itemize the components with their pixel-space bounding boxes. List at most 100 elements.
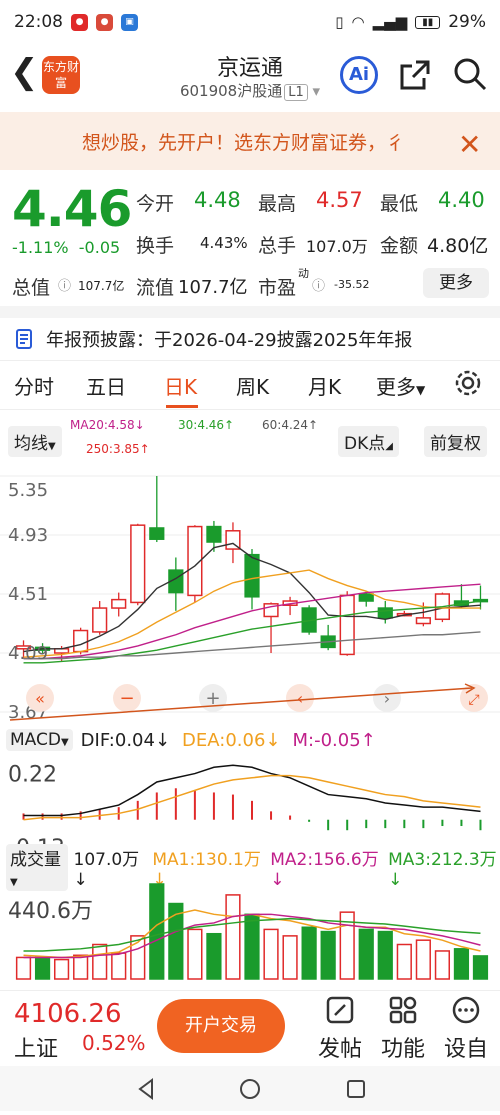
corner-icon: ◢ bbox=[385, 441, 393, 452]
change-value: -0.05 bbox=[78, 238, 121, 257]
volume-bar bbox=[92, 943, 108, 980]
macd-select[interactable]: MACD▼ bbox=[6, 729, 73, 751]
index-value[interactable]: 4106.26 bbox=[14, 999, 122, 1029]
notice-bar[interactable]: 年报预披露：于2026-04-29披露2025年年报 bbox=[14, 326, 412, 352]
volume-bar bbox=[225, 894, 241, 980]
ma20-label: MA20:4.58↓ bbox=[70, 418, 145, 432]
m-label: M:-0.05↑ bbox=[292, 729, 376, 751]
candle bbox=[206, 525, 222, 543]
tab-weekly-k[interactable]: 周K bbox=[236, 371, 269, 400]
candle bbox=[111, 598, 127, 609]
double-left-icon: « bbox=[35, 689, 45, 708]
settings-button[interactable]: 设自 bbox=[436, 995, 496, 1063]
ma60-label: 60:4.24↑ bbox=[262, 418, 319, 432]
low-label: 最低 bbox=[380, 193, 419, 215]
candle bbox=[377, 607, 393, 619]
mcap-value: 107.7亿 bbox=[78, 279, 125, 293]
float-value: 107.7亿 bbox=[178, 277, 248, 298]
bottom-bar: 4106.26 上证 0.52% 开户交易 发帖 功能 设自 bbox=[0, 990, 500, 1066]
dk-point-label: DK点 bbox=[344, 434, 386, 454]
nav-recents-icon[interactable] bbox=[347, 1080, 365, 1098]
pe-value: -35.52 bbox=[334, 278, 370, 291]
caret-down-icon: ▼ bbox=[60, 737, 69, 748]
macd-chart[interactable]: 0.22-0.13 bbox=[0, 755, 500, 850]
tab-five-day[interactable]: 五日 bbox=[86, 371, 126, 400]
open-label: 今开 bbox=[136, 193, 175, 215]
macd-select-label: MACD bbox=[10, 730, 61, 750]
post-label: 发帖 bbox=[317, 1037, 362, 1062]
search-icon[interactable] bbox=[452, 56, 488, 96]
chevron-left-icon: ‹ bbox=[297, 689, 303, 708]
chart-controls: « − + ‹ › ⤢ bbox=[9, 683, 488, 721]
volume-bar bbox=[149, 883, 165, 980]
adjust-button[interactable]: 前复权 bbox=[424, 426, 487, 457]
expand-icon: ⤢ bbox=[468, 692, 479, 708]
tab-more-label: 更多 bbox=[376, 375, 416, 399]
ma-select[interactable]: 均线▼ bbox=[8, 426, 62, 457]
tab-more[interactable]: 更多▼ bbox=[376, 371, 425, 400]
market-tag: 沪股通 bbox=[237, 82, 283, 100]
settings-icon[interactable] bbox=[454, 369, 482, 402]
current-price: 4.46 bbox=[12, 180, 132, 238]
candle bbox=[130, 524, 146, 604]
y-tick-label: 0.22 bbox=[8, 763, 57, 788]
mcap-label: 总值 bbox=[12, 277, 51, 299]
float-label: 流值 bbox=[136, 277, 175, 299]
caret-down-icon: ▼ bbox=[416, 383, 426, 397]
info-icon[interactable]: ⓘ bbox=[58, 275, 71, 294]
volume-bar bbox=[434, 950, 451, 980]
divider bbox=[0, 306, 500, 318]
candle bbox=[244, 553, 260, 598]
turnover-label: 换手 bbox=[136, 235, 175, 257]
ai-button[interactable]: Ai bbox=[340, 56, 378, 94]
wifi-icon: ◠ bbox=[351, 13, 365, 31]
volume-chart[interactable]: 440.6万 bbox=[0, 882, 500, 982]
close-icon[interactable]: ✕ bbox=[458, 128, 481, 161]
more-button[interactable]: 更多 bbox=[423, 268, 489, 298]
tab-intraday[interactable]: 分时 bbox=[14, 371, 54, 400]
document-icon bbox=[16, 329, 32, 349]
promo-banner[interactable]: 想炒股，先开户！选东方财富证券，彳 bbox=[0, 112, 500, 170]
trade-button[interactable]: 开户交易 bbox=[157, 999, 285, 1053]
dea-label: DEA:0.06↓ bbox=[182, 729, 281, 751]
app-notification-icon: ● bbox=[96, 13, 113, 31]
volume-bar bbox=[415, 939, 431, 980]
vibrate-icon: ▯ bbox=[335, 13, 344, 31]
app-notification-icon: ▣ bbox=[121, 13, 138, 31]
chart-tabs: 分时 五日 日K 周K 月K 更多▼ bbox=[0, 360, 500, 410]
turnover-value: 4.43% bbox=[200, 234, 248, 252]
stock-header: ❮ 东方财富 京运通 601908沪股通 L1 ▾ Ai bbox=[0, 44, 500, 108]
tab-monthly-k[interactable]: 月K bbox=[308, 371, 341, 400]
index-name: 上证 bbox=[14, 1037, 59, 1062]
quote-panel: 4.46 -1.11% -0.05 今开 4.48 最高 4.57 最低 4.4… bbox=[0, 176, 500, 306]
dk-point-button[interactable]: DK点◢ bbox=[338, 426, 399, 457]
post-button[interactable]: 发帖 bbox=[310, 995, 370, 1063]
battery-icon: ▮▮ bbox=[415, 15, 441, 29]
status-time: 22:08 bbox=[14, 12, 63, 32]
y-tick-label: 4.09 bbox=[8, 643, 48, 664]
pe-label: 市盈 bbox=[258, 277, 297, 299]
volume-bar bbox=[263, 928, 279, 980]
settings-label: 设自 bbox=[443, 1037, 488, 1062]
signal-icon: ▂▄▆ bbox=[372, 13, 408, 31]
notice-text: 年报预披露：于2026-04-29披露2025年年报 bbox=[46, 330, 413, 351]
kline-chart[interactable]: 5.354.934.514.093.67 « − + ‹ › ⤢ bbox=[0, 462, 500, 725]
function-button[interactable]: 功能 bbox=[373, 995, 433, 1063]
share-icon[interactable] bbox=[398, 58, 432, 96]
minus-icon: − bbox=[119, 688, 134, 709]
open-value: 4.48 bbox=[194, 188, 241, 212]
amount-value: 4.80亿 bbox=[427, 235, 489, 257]
volume-bar bbox=[358, 928, 374, 980]
candle bbox=[73, 629, 89, 653]
app-notification-icon: ● bbox=[71, 13, 88, 31]
candle bbox=[92, 607, 108, 633]
tab-daily-k[interactable]: 日K bbox=[164, 371, 197, 400]
amount-label: 金额 bbox=[380, 235, 419, 257]
info-icon[interactable]: ⓘ bbox=[312, 275, 325, 294]
candle bbox=[149, 527, 165, 540]
volume-bar bbox=[244, 913, 260, 980]
grid-icon bbox=[389, 996, 417, 1024]
nav-back-icon[interactable] bbox=[138, 1078, 153, 1100]
volume-bar bbox=[73, 954, 89, 980]
nav-home-icon[interactable] bbox=[240, 1079, 260, 1099]
